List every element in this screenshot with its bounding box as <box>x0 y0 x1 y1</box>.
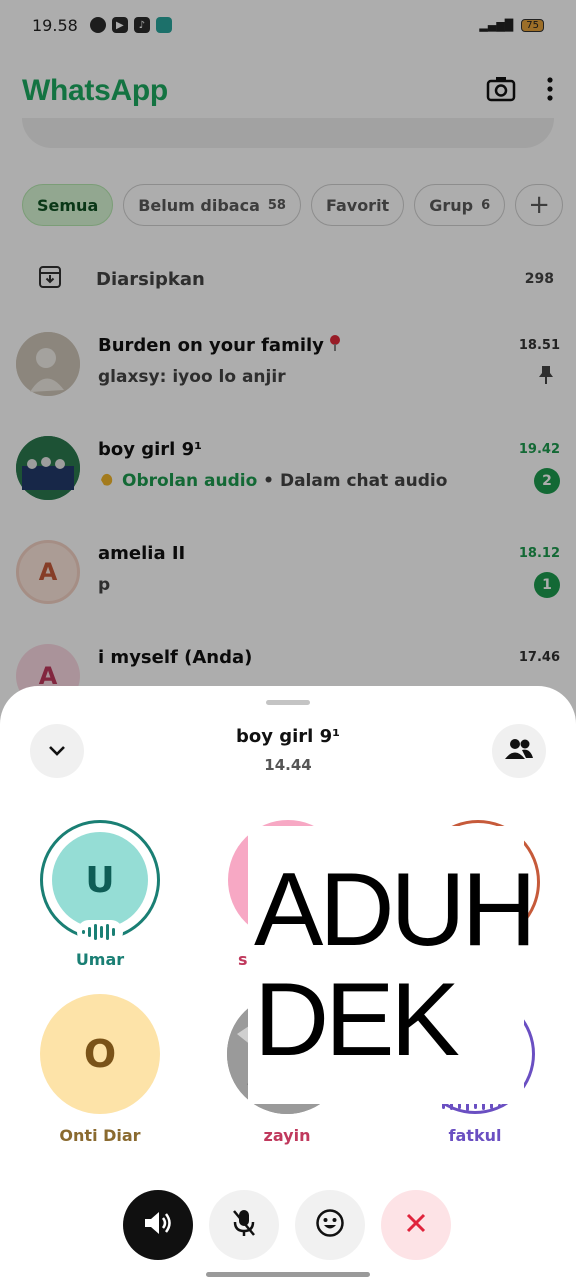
call-controls <box>123 1190 451 1260</box>
participant-name: zayin <box>263 1126 311 1145</box>
mic-off-icon <box>231 1208 257 1242</box>
text-sticker-overlay: ADUH DEK <box>248 826 537 1104</box>
close-icon <box>405 1212 427 1238</box>
mute-button[interactable] <box>209 1190 279 1260</box>
overlay-line: DEK <box>254 962 460 1078</box>
participant-avatar: O <box>40 994 160 1114</box>
emoji-icon <box>315 1208 345 1242</box>
participant-name-partial: s <box>238 950 248 969</box>
participant-avatar: U <box>52 832 148 928</box>
people-icon <box>504 738 534 764</box>
speaker-icon <box>143 1210 173 1240</box>
participant-name: Umar <box>75 950 125 969</box>
participant-tile[interactable]: U Umar <box>25 820 175 970</box>
call-duration: 14.44 <box>264 756 312 774</box>
overlay-line: ADUH <box>254 852 537 968</box>
leave-call-button[interactable] <box>381 1190 451 1260</box>
participant-name: fatkul <box>448 1126 502 1145</box>
gesture-nav-bar[interactable] <box>206 1272 370 1277</box>
participant-name: Onti Diar <box>59 1126 141 1145</box>
participants-button[interactable] <box>492 724 546 778</box>
speaker-button[interactable] <box>123 1190 193 1260</box>
call-title: boy girl 9¹ <box>235 726 341 747</box>
drag-handle[interactable] <box>266 700 310 705</box>
participant-tile[interactable]: O Onti Diar <box>25 994 175 1145</box>
speaking-wave-icon <box>77 920 123 948</box>
reaction-button[interactable] <box>295 1190 365 1260</box>
